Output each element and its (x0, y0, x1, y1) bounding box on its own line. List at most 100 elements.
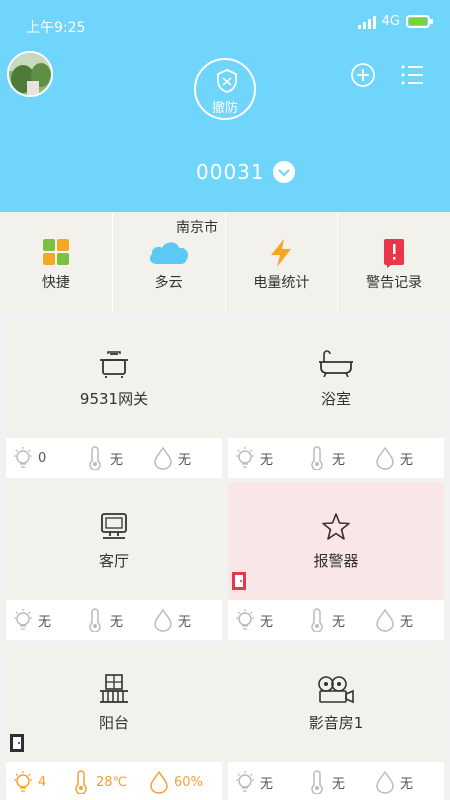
door-icon (10, 734, 24, 752)
tv-icon (101, 513, 127, 539)
bulb-icon (14, 447, 32, 468)
door-open-icon (232, 572, 246, 590)
quick-item-alerts[interactable]: 警告记录 (338, 212, 450, 312)
room-name: 阳台 (98, 714, 129, 732)
battery-icon (406, 15, 433, 28)
room-card[interactable]: 浴室 无 无 无 (228, 320, 444, 478)
thermometer-icon (311, 770, 323, 794)
quick-label: 多云 (154, 275, 183, 291)
status-time: 上午9:25 (26, 20, 86, 36)
avatar[interactable] (7, 51, 53, 97)
room-name: 客厅 (98, 552, 129, 570)
light-value: 0 (38, 450, 47, 466)
add-icon[interactable] (350, 62, 376, 88)
device-id[interactable]: 00031 (196, 160, 265, 184)
room-name: 影音房1 (308, 714, 364, 732)
temperature-stat: 无 (306, 608, 345, 632)
temperature-value: 无 (332, 776, 346, 792)
temperature-value: 无 (110, 452, 124, 468)
light-value: 无 (38, 614, 52, 630)
temperature-stat: 无 (306, 446, 345, 470)
temperature-value: 28℃ (96, 774, 128, 790)
thermometer-icon (311, 608, 323, 632)
room-stats: 4 28℃ 60% (6, 762, 222, 800)
water-drop-icon (376, 770, 394, 794)
temperature-stat: 无 (84, 446, 123, 470)
humidity-stat: 无 (152, 446, 191, 470)
room-stats: 无 无 无 (228, 438, 444, 478)
humidity-value: 无 (178, 614, 192, 630)
thermometer-icon (75, 770, 87, 794)
network-type: 4G (381, 14, 400, 29)
quick-label: 警告记录 (366, 275, 423, 291)
quick-item-power[interactable]: 电量统计 (226, 212, 339, 312)
room-card-top[interactable]: 9531网关 (6, 320, 222, 438)
light-stat: 无 (12, 608, 51, 632)
light-value: 无 (260, 452, 274, 468)
light-stat: 无 (234, 446, 273, 470)
humidity-stat: 无 (374, 446, 413, 470)
status-bar: 上午9:25 4G (0, 0, 450, 40)
room-name: 9531网关 (79, 390, 149, 408)
room-card-top[interactable]: 报警器 (228, 482, 444, 600)
quick-label: 电量统计 (253, 275, 310, 291)
chevron-down-icon[interactable] (273, 161, 295, 183)
temperature-stat: 无 (306, 770, 345, 794)
room-card[interactable]: 9531网关 0 无 无 (6, 320, 222, 478)
temperature-value: 无 (332, 614, 346, 630)
cloud-icon (149, 242, 188, 264)
humidity-value: 无 (400, 614, 414, 630)
humidity-value: 无 (400, 776, 414, 792)
room-stats: 无 无 无 (228, 762, 444, 800)
bulb-icon (14, 771, 32, 792)
water-drop-icon (376, 608, 394, 632)
quick-label: 快捷 (41, 275, 70, 291)
humidity-value: 无 (178, 452, 192, 468)
humidity-value: 60% (174, 774, 203, 790)
bulb-icon (236, 771, 254, 792)
water-drop-icon (154, 608, 172, 632)
room-stats: 0 无 无 (6, 438, 222, 478)
temperature-stat: 无 (84, 608, 123, 632)
temperature-stat: 28℃ (70, 770, 127, 794)
humidity-stat: 无 (374, 770, 413, 794)
lightning-icon (271, 239, 292, 267)
light-value: 无 (260, 614, 274, 630)
room-card[interactable]: 影音房1 无 无 无 (228, 644, 444, 800)
room-card[interactable]: 报警器 无 无 无 (228, 482, 444, 640)
room-card-top[interactable]: 浴室 (228, 320, 444, 438)
humidity-stat: 60% (148, 770, 203, 794)
humidity-value: 无 (400, 452, 414, 468)
disarm-button[interactable]: 撤防 (194, 58, 256, 120)
light-value: 4 (38, 774, 47, 790)
room-name: 浴室 (320, 390, 351, 408)
list-menu-icon[interactable] (399, 62, 425, 88)
alert-icon (384, 239, 405, 268)
light-stat: 无 (234, 608, 273, 632)
bulb-icon (236, 609, 254, 630)
room-stats: 无 无 无 (228, 600, 444, 640)
light-stat: 无 (234, 770, 273, 794)
room-card[interactable]: 客厅 无 无 无 (6, 482, 222, 640)
bathtub-icon (319, 350, 353, 378)
room-card[interactable]: 阳台 4 28℃ 60% (6, 644, 222, 800)
bulb-icon (14, 609, 32, 630)
disarm-label: 撤防 (211, 101, 238, 116)
room-stats: 无 无 无 (6, 600, 222, 640)
status-indicators: 4G (357, 14, 433, 29)
film-camera-icon (318, 676, 354, 704)
quick-item-shortcut[interactable]: 快捷 (0, 212, 113, 312)
pot-icon (100, 351, 128, 378)
room-card-top[interactable]: 影音房1 (228, 644, 444, 762)
thermometer-icon (311, 446, 323, 470)
header: 上午9:25 4G 撤防 00031 (0, 0, 450, 212)
temperature-value: 无 (332, 452, 346, 468)
humidity-stat: 无 (152, 608, 191, 632)
room-name: 报警器 (313, 552, 359, 570)
city-label: 南京市 (176, 220, 218, 236)
water-drop-icon (150, 770, 168, 794)
humidity-stat: 无 (374, 608, 413, 632)
room-card-top[interactable]: 阳台 (6, 644, 222, 762)
thermometer-icon (89, 446, 101, 470)
room-card-top[interactable]: 客厅 (6, 482, 222, 600)
